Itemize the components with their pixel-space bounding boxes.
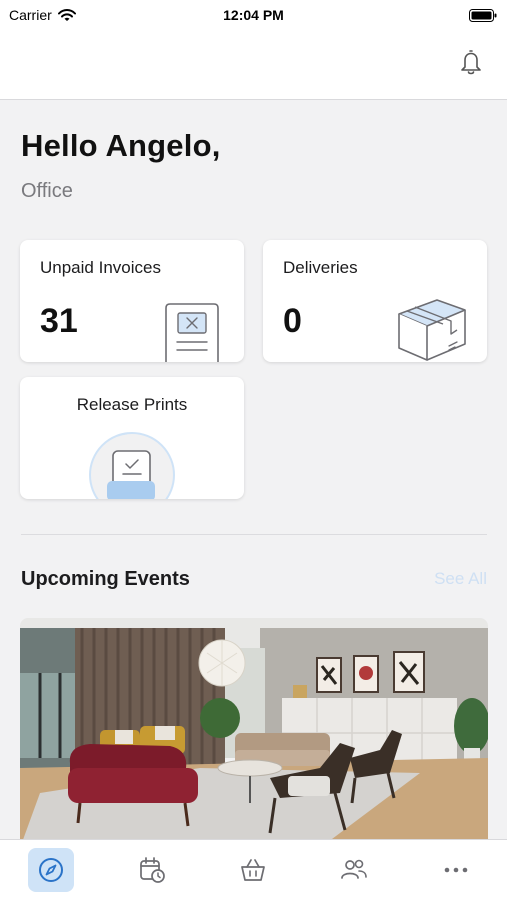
release-prints-label: Release Prints (76, 395, 188, 414)
tab-shop[interactable] (230, 848, 276, 892)
deliveries-card[interactable]: Deliveries 0 (263, 240, 487, 362)
calendar-clock-icon (140, 857, 165, 883)
carrier-label: Carrier (9, 7, 52, 23)
section-divider (21, 534, 487, 535)
people-icon (341, 859, 367, 879)
status-bar: Carrier 12:04 PM (0, 0, 507, 30)
release-prints-card[interactable]: Release Prints (20, 377, 244, 499)
upcoming-events-title: Upcoming Events (21, 568, 190, 590)
invoice-icon (165, 303, 219, 362)
unpaid-invoices-count: 31 (40, 302, 78, 340)
tab-bar (0, 839, 507, 900)
unpaid-invoices-label: Unpaid Invoices (40, 258, 161, 277)
package-icon (398, 299, 466, 361)
compass-icon (39, 858, 63, 882)
more-icon (444, 867, 468, 873)
deliveries-label: Deliveries (283, 258, 358, 277)
greeting-title: Hello Angelo, (21, 128, 221, 163)
tab-bookings[interactable] (129, 848, 175, 892)
event-card-image[interactable] (20, 618, 488, 848)
status-time: 12:04 PM (223, 7, 284, 23)
tab-community[interactable] (331, 848, 377, 892)
deliveries-count: 0 (283, 302, 302, 340)
wifi-icon (57, 8, 76, 21)
unpaid-invoices-card[interactable]: Unpaid Invoices 31 (20, 240, 244, 362)
printer-icon (89, 432, 175, 499)
basket-icon (241, 859, 265, 881)
see-all-link[interactable]: See All (434, 569, 487, 589)
tab-more[interactable] (433, 848, 479, 892)
status-left: Carrier (9, 7, 76, 23)
tab-explore[interactable] (28, 848, 74, 892)
lounge-photo (20, 618, 488, 848)
battery-icon (469, 8, 497, 22)
bell-icon[interactable] (457, 47, 485, 77)
location-label[interactable]: Office (21, 180, 73, 203)
app-header (0, 30, 507, 100)
